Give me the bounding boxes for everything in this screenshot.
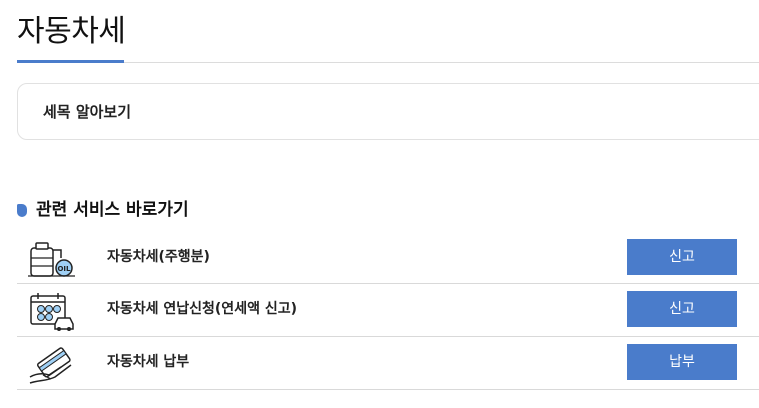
tax-info-link-label[interactable]: 세목 알아보기 — [43, 102, 131, 122]
section-bullet-icon — [17, 203, 27, 217]
tax-info-link-box[interactable]: 세목 알아보기 — [17, 83, 759, 140]
service-list: OIL 자동차세(주행분) 신고 자동차세 연납신청(연세액 신고) 신고 자동… — [17, 232, 759, 390]
service-label: 자동차세(주행분) — [107, 249, 210, 265]
service-row-payment: 자동차세 납부 납부 — [17, 337, 759, 390]
report-button[interactable]: 신고 — [627, 291, 737, 327]
payment-card-hand-icon — [27, 343, 77, 385]
calendar-car-icon — [27, 290, 77, 332]
section-heading-text: 관련 서비스 바로가기 — [36, 200, 189, 220]
svg-text:OIL: OIL — [57, 265, 71, 273]
service-label: 자동차세 연납신청(연세액 신고) — [107, 301, 297, 317]
related-services-heading: 관련 서비스 바로가기 — [17, 199, 189, 221]
page-title: 자동차세 — [17, 14, 126, 49]
service-row-annual-payment: 자동차세 연납신청(연세액 신고) 신고 — [17, 284, 759, 337]
pay-button[interactable]: 납부 — [627, 344, 737, 380]
title-accent-bar — [17, 60, 124, 63]
service-label: 자동차세 납부 — [107, 354, 190, 370]
fuel-tank-oil-icon: OIL — [27, 238, 77, 280]
service-row-mileage: OIL 자동차세(주행분) 신고 — [17, 232, 759, 284]
report-button[interactable]: 신고 — [627, 239, 737, 275]
title-divider — [17, 62, 759, 63]
